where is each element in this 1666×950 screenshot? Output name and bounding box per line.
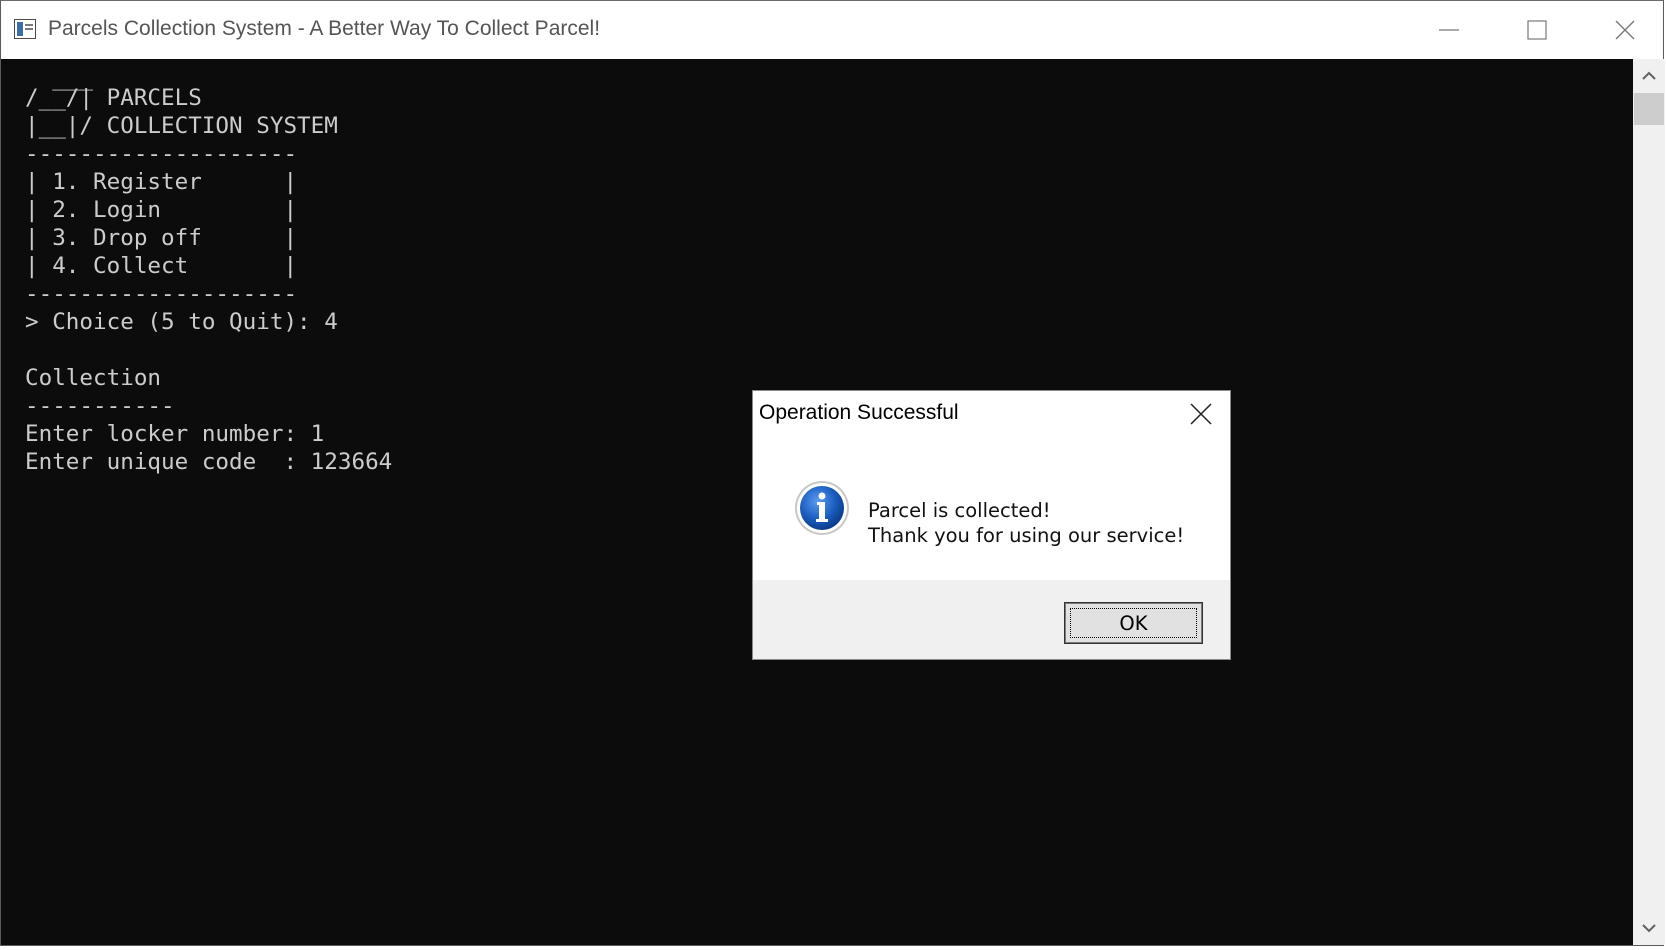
info-icon	[795, 481, 849, 535]
console-line: Collection	[25, 365, 162, 391]
maximize-button[interactable]	[1493, 1, 1581, 59]
console-line: -----------	[25, 393, 175, 419]
dialog-message-line1: Parcel is collected!	[868, 499, 1051, 522]
close-icon	[1190, 403, 1212, 425]
scroll-up-button[interactable]	[1633, 59, 1665, 93]
dialog-close-button[interactable]	[1178, 397, 1224, 431]
title-bar[interactable]: Parcels Collection System - A Better Way…	[1, 1, 1663, 59]
console-line: Enter locker number: 1	[25, 421, 325, 447]
ok-button[interactable]: OK	[1064, 602, 1203, 644]
scroll-thumb[interactable]	[1634, 93, 1664, 125]
chevron-down-icon	[1642, 924, 1656, 933]
console-line: Enter unique code : 123664	[25, 449, 393, 475]
dialog-body: Parcel is collected! Thank you for using…	[753, 439, 1230, 580]
console-line: --------------------	[25, 141, 298, 167]
console-line: | 1. Register |	[25, 169, 298, 195]
console-line: |__|/ COLLECTION SYSTEM	[25, 113, 338, 139]
console-line: | 3. Drop off |	[25, 225, 298, 251]
chevron-up-icon	[1642, 71, 1656, 80]
window-title: Parcels Collection System - A Better Way…	[48, 17, 601, 40]
dialog-message-line2: Thank you for using our service!	[868, 524, 1185, 547]
minimize-icon	[1439, 29, 1459, 31]
console-line: | 2. Login |	[25, 197, 298, 223]
maximize-icon	[1527, 20, 1547, 40]
vertical-scrollbar[interactable]	[1633, 59, 1665, 945]
close-window-button[interactable]	[1581, 1, 1666, 59]
ok-button-label: OK	[1119, 612, 1148, 635]
console-line: > Choice (5 to Quit): 4	[25, 309, 338, 335]
minimize-button[interactable]	[1405, 1, 1493, 59]
console-line: --------------------	[25, 281, 298, 307]
dialog-title: Operation Successful	[759, 401, 959, 424]
console-app-icon	[14, 19, 36, 39]
message-dialog: Operation Successful Parcel is collected…	[752, 390, 1231, 660]
scroll-down-button[interactable]	[1633, 911, 1665, 945]
console-line: | 4. Collect |	[25, 253, 298, 279]
close-icon	[1615, 20, 1635, 40]
console-line: /__/| PARCELS	[25, 85, 202, 111]
